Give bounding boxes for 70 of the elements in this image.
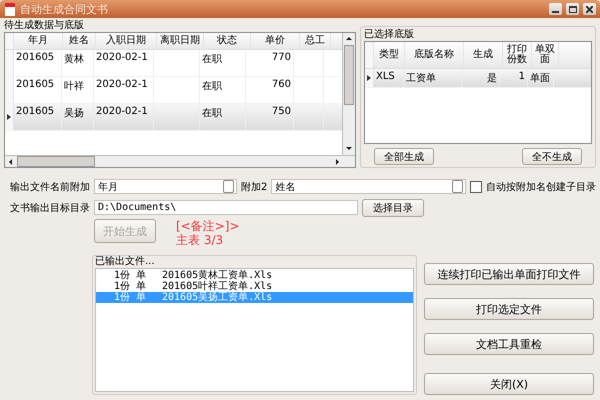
close-button[interactable] <box>583 3 596 15</box>
file-list-item[interactable]: 1份 单 201605叶祥工资单.Xls <box>96 281 413 292</box>
row-header[interactable] <box>365 69 374 87</box>
column-header[interactable]: 姓名 <box>63 33 96 49</box>
maximize-button[interactable] <box>566 3 579 15</box>
column-header[interactable]: 单价 <box>251 33 300 49</box>
table-cell: 黄林 <box>64 54 84 65</box>
action-button[interactable]: 连续打印已输出单面打印文件 <box>424 263 594 285</box>
checkbox-label: 自动按附加名创建子目录 <box>486 180 596 194</box>
column-header[interactable]: 离职日期 <box>157 33 204 49</box>
action-button[interactable]: 打印选定文件 <box>424 298 594 320</box>
table-cell: XLS <box>376 71 395 82</box>
column-header[interactable]: 底版名称 <box>405 42 464 68</box>
table-cell: 201605 <box>16 106 54 117</box>
table-action-button[interactable]: 全部生成 <box>374 148 434 165</box>
table-cell: 201605 <box>16 79 54 90</box>
column-header[interactable]: 年月 <box>14 33 63 49</box>
status-text: 主表 3/3 <box>176 233 224 247</box>
column-header[interactable]: 类型 <box>374 42 405 68</box>
table-cell: 201605 <box>16 52 54 63</box>
extra-dropdown[interactable]: 姓名 <box>271 179 466 194</box>
column-header[interactable]: 打印份数 <box>503 42 532 68</box>
field-label: 附加2 <box>241 180 268 194</box>
column-header[interactable]: 总工 <box>300 33 331 49</box>
table-cell: 760 <box>272 79 291 90</box>
row-header[interactable] <box>5 104 14 130</box>
table-cell: 单面 <box>530 73 550 84</box>
table-action-button[interactable]: 全不生成 <box>522 148 582 165</box>
group-title: 待生成数据与底版 <box>4 20 85 32</box>
column-header[interactable]: 状态 <box>204 33 251 49</box>
directory-field[interactable]: D:\Documents\ <box>94 200 358 215</box>
table-cell: 叶祥 <box>64 81 84 92</box>
table-row[interactable]: 201605 黄林 2020-02-1 在职 770 <box>5 50 342 77</box>
table-cell: 在职 <box>202 108 222 119</box>
field-label: 文书输出目标目录 <box>9 202 90 214</box>
choose-directory-button[interactable]: 选择目录 <box>362 198 424 216</box>
column-header[interactable]: 单双面 <box>532 42 559 68</box>
table-cell: 是 <box>487 73 497 84</box>
file-list-item[interactable]: 1份 单 201605黄林工资单.Xls <box>96 270 413 281</box>
table-cell: 1 <box>518 71 525 82</box>
row-pointer-icon <box>7 114 11 120</box>
table-row[interactable]: 201605 吴扬 2020-02-1 在职 750 <box>5 104 342 131</box>
window-title: 自动生成合同文书 <box>20 2 109 16</box>
group-title: 已输出文件... <box>95 256 156 268</box>
prefix-dropdown[interactable]: 年月 <box>94 179 238 194</box>
field-label: 输出文件名前附加 <box>9 180 90 194</box>
table-cell: 吴扬 <box>64 108 84 119</box>
row-pointer-icon <box>367 75 371 81</box>
table-cell: 在职 <box>202 54 222 65</box>
table-cell: 2020-02-1 <box>96 52 148 63</box>
checkbox[interactable] <box>470 180 482 192</box>
minimize-button[interactable] <box>549 3 562 15</box>
document-icon <box>4 2 16 16</box>
table-cell: 770 <box>272 52 291 63</box>
horizontal-scrollbar[interactable] <box>5 155 355 167</box>
table-row[interactable]: XLS 工资单 是 1 单面 <box>365 69 591 88</box>
table-cell: 在职 <box>202 81 222 92</box>
table-cell: 2020-02-1 <box>96 106 148 117</box>
table-cell: 2020-02-1 <box>96 79 148 90</box>
close-icon <box>586 6 593 12</box>
group-title: 已选择底版 <box>364 29 415 41</box>
action-button[interactable]: 关闭(X) <box>424 373 594 395</box>
column-header[interactable]: 生成 <box>464 42 503 68</box>
status-text: [<备注>]> <box>176 219 240 233</box>
vertical-scrollbar[interactable] <box>342 33 355 155</box>
column-header[interactable]: 入职日期 <box>96 33 157 49</box>
table-cell: 750 <box>272 106 291 117</box>
action-button[interactable]: 文档工具重检 <box>424 333 594 355</box>
table-cell: 工资单 <box>406 73 436 84</box>
maximize-icon <box>568 6 576 12</box>
